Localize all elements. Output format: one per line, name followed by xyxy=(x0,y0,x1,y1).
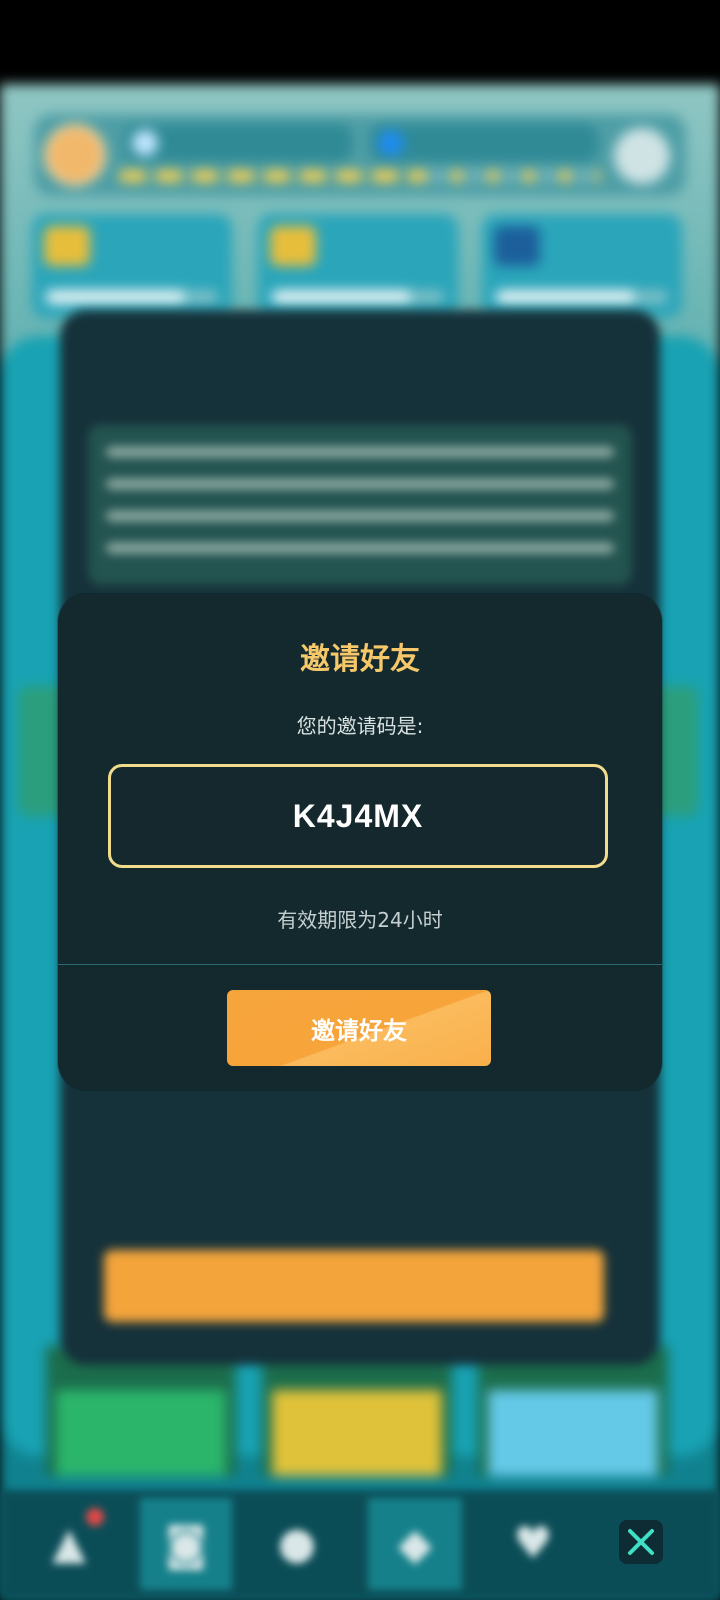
level-image xyxy=(272,1390,442,1476)
gem-icon xyxy=(378,130,404,156)
invite-code-label: 您的邀请码是: xyxy=(296,714,424,738)
progress-bar xyxy=(496,290,668,304)
notification-dot xyxy=(86,1508,104,1526)
avatar xyxy=(44,124,106,186)
energy-bars-empty xyxy=(426,170,606,182)
resource-counter xyxy=(124,124,352,162)
invite-friend-button[interactable]: 邀请好友 xyxy=(227,990,491,1066)
thumbnail-row xyxy=(46,1346,676,1476)
bottom-nav: ▲ ◙ ● ◆ ♥ xyxy=(0,1490,720,1600)
diamond-icon: ◆ xyxy=(368,1498,462,1590)
level-image xyxy=(56,1390,226,1476)
circle-icon: ● xyxy=(277,1517,317,1569)
invite-friend-modal: 邀请好友 您的邀请码是: K4J4MX 有效期限为24小时 邀请好友 xyxy=(58,594,662,1090)
chat-icon xyxy=(44,226,90,266)
divider xyxy=(58,964,662,965)
progress-bar xyxy=(46,290,218,304)
resource-panel xyxy=(34,114,686,196)
heart-icon: ♥ xyxy=(513,1517,553,1569)
quest-card xyxy=(32,214,232,318)
level-image xyxy=(488,1390,658,1476)
quest-card xyxy=(482,214,682,318)
background-dialog-button xyxy=(104,1250,604,1322)
invite-code-box[interactable]: K4J4MX xyxy=(108,764,608,868)
cup-icon: ◙ xyxy=(140,1498,232,1590)
water-drop-icon xyxy=(132,130,158,156)
shield-icon xyxy=(494,226,540,266)
close-icon xyxy=(628,1529,654,1555)
progress-bar xyxy=(272,290,444,304)
invite-code[interactable]: K4J4MX xyxy=(293,798,424,835)
close-button[interactable] xyxy=(619,1520,663,1564)
modal-title: 邀请好友 xyxy=(300,642,420,677)
background-dialog-text xyxy=(88,425,632,585)
level-thumbnail xyxy=(46,1346,236,1476)
resource-counter xyxy=(370,124,598,162)
level-thumbnail xyxy=(262,1346,452,1476)
level-thumbnail xyxy=(478,1346,668,1476)
status-bar xyxy=(0,0,720,84)
quest-card xyxy=(258,214,458,318)
gear-icon xyxy=(614,128,670,184)
chat-icon xyxy=(270,226,316,266)
validity-note: 有效期限为24小时 xyxy=(277,908,443,932)
